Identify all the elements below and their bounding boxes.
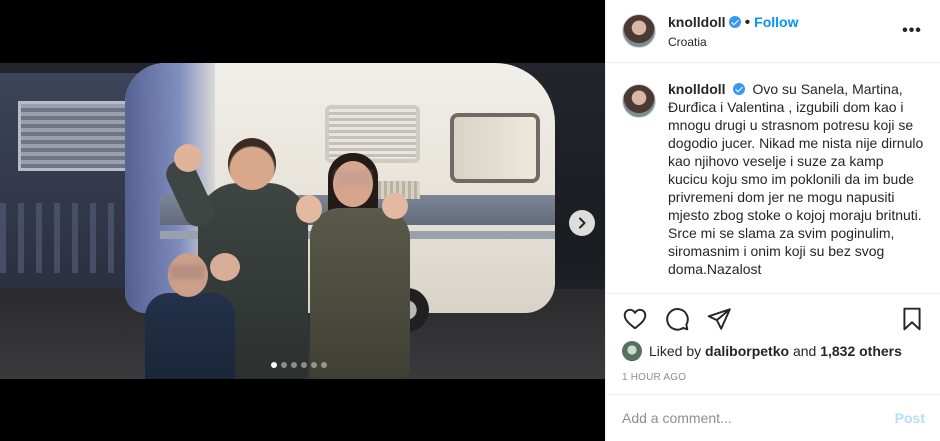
- share-button[interactable]: [706, 306, 732, 332]
- chevron-right-icon: [579, 217, 586, 229]
- carousel-next-button[interactable]: [569, 210, 595, 236]
- post-comment-button[interactable]: Post: [895, 410, 925, 426]
- person-girl: [296, 153, 415, 379]
- likes-summary: Liked by daliborpetko and 1,832 others: [622, 341, 902, 361]
- paper-plane-icon: [707, 308, 731, 330]
- location-link[interactable]: Croatia: [668, 35, 900, 49]
- carousel-dot: [321, 362, 327, 368]
- carousel-dot: [291, 362, 297, 368]
- more-options-button[interactable]: •••: [900, 22, 924, 40]
- post-header: knolldoll • Follow Croatia •••: [606, 0, 940, 63]
- carousel-dot: [301, 362, 307, 368]
- verified-badge-icon: [728, 15, 741, 28]
- carousel-dots: [271, 362, 327, 368]
- liker-username-link[interactable]: daliborpetko: [705, 343, 789, 359]
- post-media[interactable]: [0, 0, 605, 441]
- bookmark-icon: [903, 307, 921, 331]
- comments-area[interactable]: knolldoll Ovo su Sanela, Martina, Đurđic…: [606, 64, 940, 294]
- instagram-post: knolldoll • Follow Croatia ••• knolldoll O…: [0, 0, 940, 441]
- heart-icon: [623, 308, 647, 330]
- add-comment-bar: Post: [606, 394, 940, 441]
- save-button[interactable]: [899, 306, 925, 332]
- post-photo[interactable]: [0, 63, 605, 379]
- carousel-dot: [271, 362, 277, 368]
- follow-button[interactable]: Follow: [754, 14, 798, 30]
- house-background: [0, 73, 140, 293]
- comment-button[interactable]: [664, 306, 690, 332]
- verified-badge-icon: [732, 83, 745, 95]
- avatar[interactable]: [622, 14, 656, 48]
- caption-text: Ovo su Sanela, Martina, Đurđica i Valent…: [668, 81, 924, 277]
- comment-icon: [666, 308, 689, 331]
- caption-avatar[interactable]: [622, 84, 656, 118]
- username-link[interactable]: knolldoll: [668, 14, 726, 30]
- caption: knolldoll Ovo su Sanela, Martina, Đurđic…: [622, 80, 925, 278]
- separator: •: [744, 13, 751, 31]
- like-button[interactable]: [622, 306, 648, 332]
- comment-input[interactable]: [622, 410, 895, 426]
- action-bar: [606, 305, 940, 333]
- caption-username-link[interactable]: knolldoll: [668, 81, 726, 97]
- caravan-window-curtain: [450, 113, 540, 183]
- liker-avatar[interactable]: [622, 341, 642, 361]
- likes-count-link[interactable]: 1,832 others: [820, 343, 902, 359]
- person-boy: [140, 253, 240, 379]
- post-timestamp[interactable]: 1 hour ago: [622, 372, 686, 383]
- post-side-panel: knolldoll • Follow Croatia ••• knolldoll O…: [605, 0, 940, 441]
- carousel-dot: [281, 362, 287, 368]
- carousel-dot: [311, 362, 317, 368]
